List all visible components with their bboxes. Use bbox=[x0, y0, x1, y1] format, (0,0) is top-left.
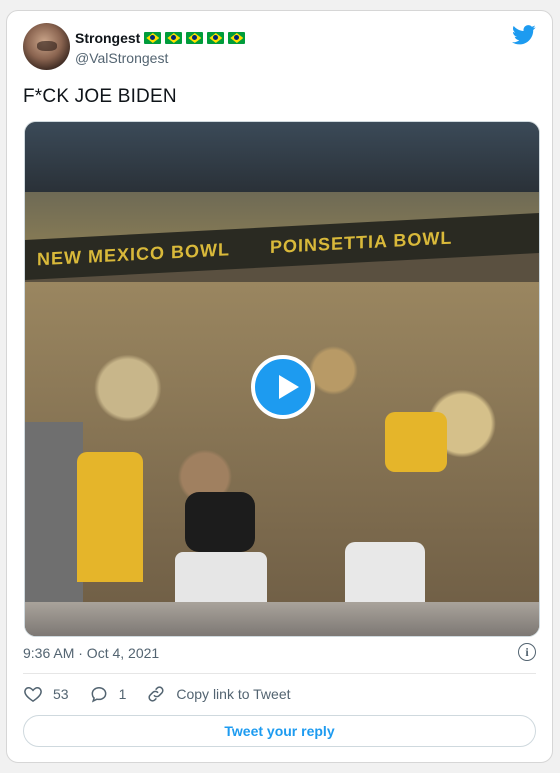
tweet-timestamp[interactable]: 9:36 AM · Oct 4, 2021 bbox=[23, 645, 159, 661]
stadium-rail bbox=[25, 602, 539, 636]
banner-text-left: NEW MEXICO BOWL bbox=[37, 238, 230, 269]
action-bar: 53 1 Copy link to Tweet bbox=[23, 684, 311, 704]
author-handle[interactable]: @ValStrongest bbox=[75, 50, 168, 66]
brazil-flag-icon bbox=[207, 32, 225, 44]
link-icon bbox=[148, 686, 164, 702]
reply-button[interactable]: 1 bbox=[89, 684, 127, 704]
brazil-flag-icon bbox=[186, 32, 204, 44]
brazil-flag-icon bbox=[165, 32, 183, 44]
like-count: 53 bbox=[53, 686, 69, 702]
reply-count: 1 bbox=[118, 686, 127, 702]
like-button[interactable]: 53 bbox=[23, 684, 69, 704]
tweet-card: Strongest @ValStrongest F*CK JOE BIDEN N… bbox=[6, 10, 553, 763]
spectator bbox=[385, 412, 447, 472]
copy-link-button[interactable]: Copy link to Tweet bbox=[146, 684, 291, 704]
tweet-reply-button[interactable]: Tweet your reply bbox=[23, 715, 536, 747]
brazil-flag-icon bbox=[144, 32, 162, 44]
author-name-row[interactable]: Strongest bbox=[75, 30, 246, 46]
comment-icon bbox=[91, 686, 106, 703]
info-icon[interactable]: i bbox=[518, 643, 536, 661]
stadium-background bbox=[25, 122, 539, 192]
video-player[interactable]: NEW MEXICO BOWL POINSETTIA BOWL bbox=[24, 121, 540, 637]
copy-link-label: Copy link to Tweet bbox=[176, 686, 291, 702]
avatar-face bbox=[37, 41, 57, 51]
twitter-bird-icon[interactable] bbox=[512, 25, 536, 45]
banner-text-right: POINSETTIA BOWL bbox=[270, 227, 453, 257]
display-name[interactable]: Strongest bbox=[75, 30, 140, 46]
tweet-text: F*CK JOE BIDEN bbox=[23, 86, 177, 107]
play-icon[interactable] bbox=[251, 355, 315, 419]
brazil-flag-icon bbox=[228, 32, 246, 44]
spectator bbox=[77, 452, 143, 582]
heart-icon bbox=[24, 686, 42, 702]
divider bbox=[23, 673, 536, 674]
avatar[interactable] bbox=[23, 23, 70, 70]
spectator bbox=[185, 492, 255, 552]
